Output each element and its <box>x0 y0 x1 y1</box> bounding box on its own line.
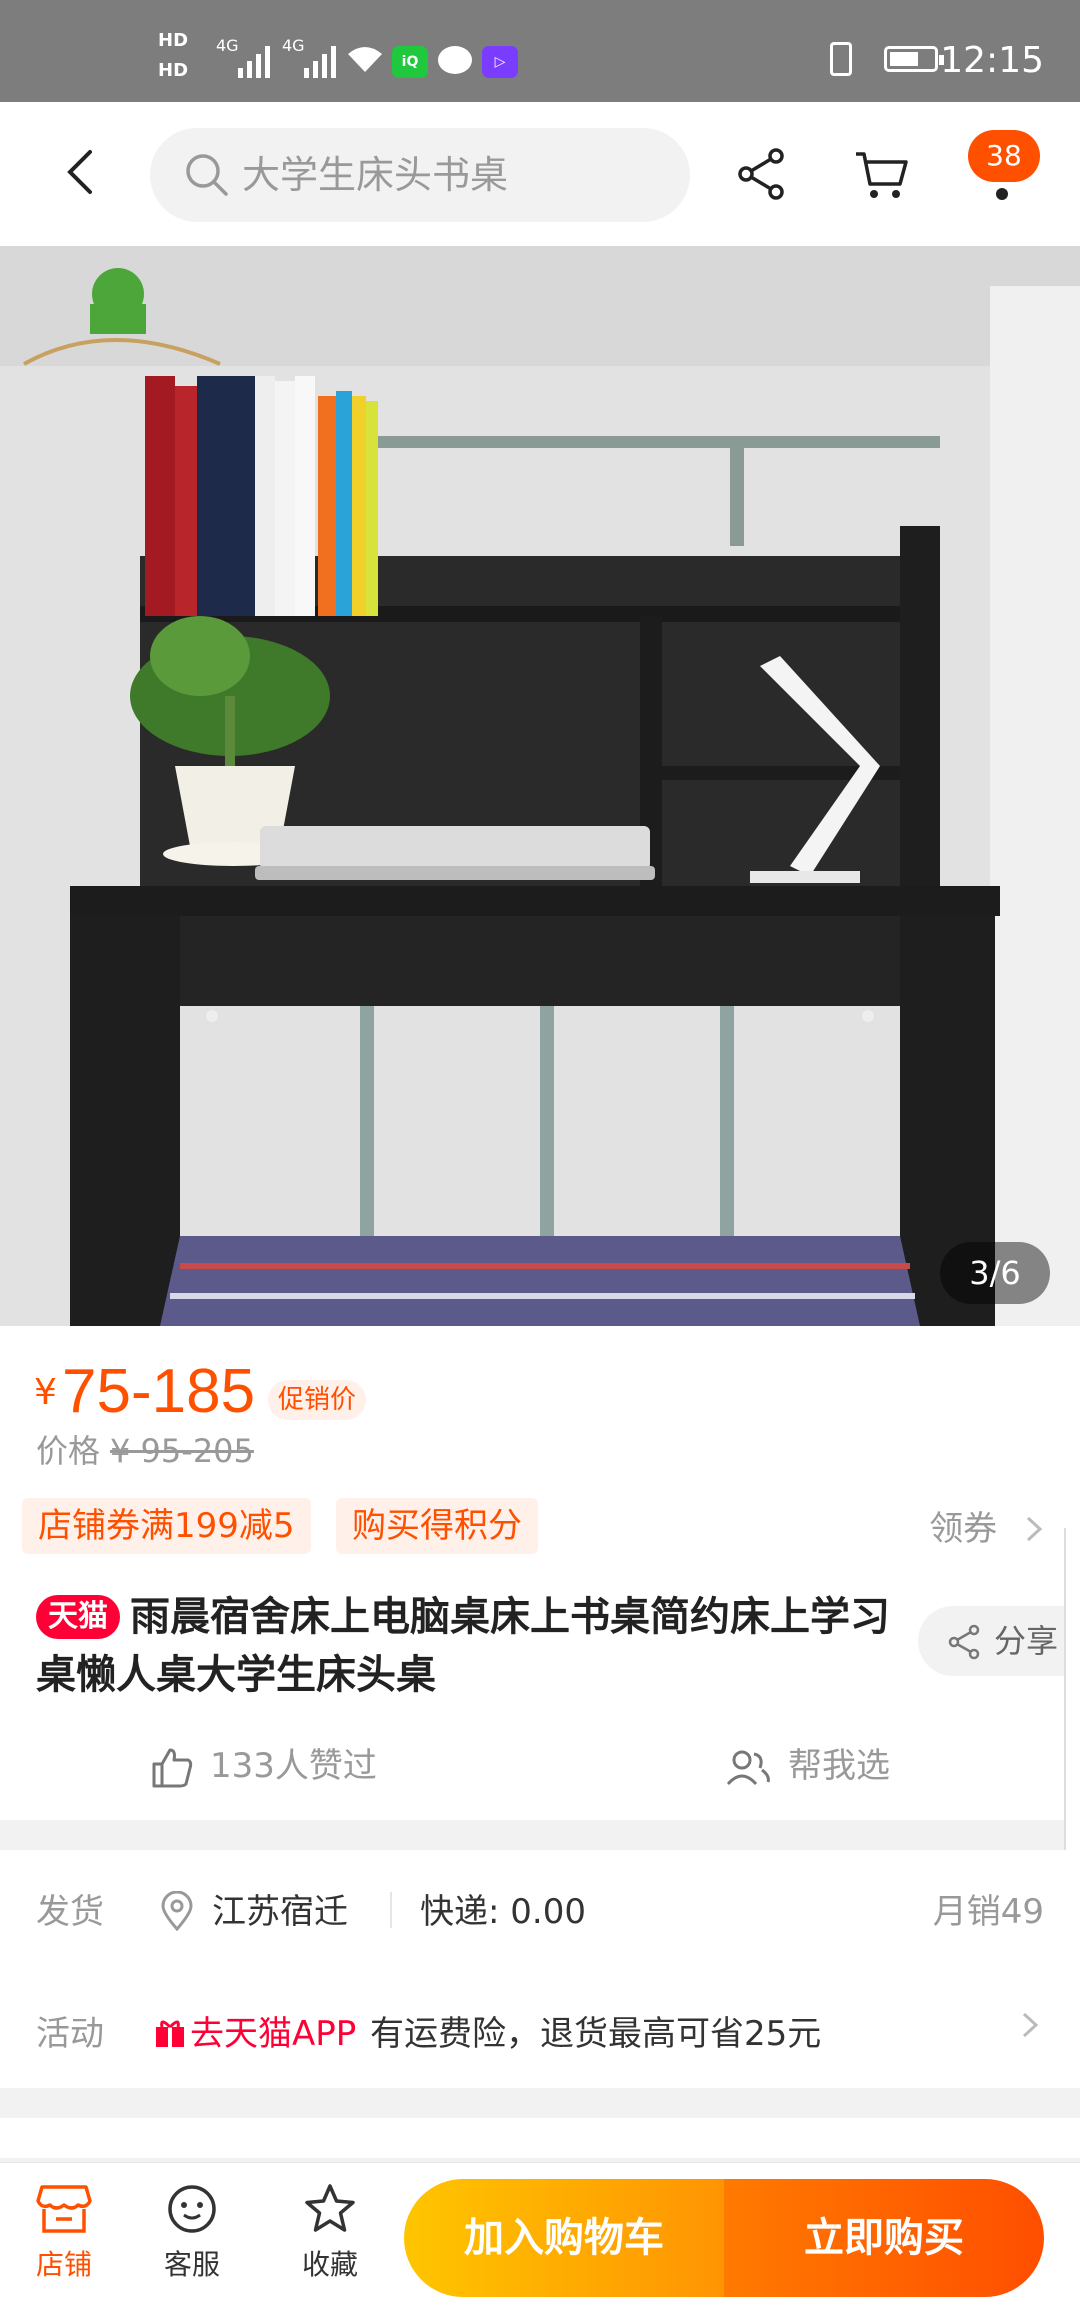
help-choose-button[interactable]: 帮我选 <box>724 1738 890 1794</box>
monthly-sales: 月销49 <box>932 1892 1044 1932</box>
share-pill-button[interactable]: 分享 <box>918 1606 1080 1676</box>
buy-now-button[interactable]: 立即购买 <box>724 2179 1044 2297</box>
express-fee: 快递: 0.00 <box>420 1892 586 1932</box>
store-icon <box>36 2185 92 2233</box>
bottom-action-bar: 店铺 客服 收藏 加入购物车 立即购买 <box>0 2162 1080 2310</box>
product-photo <box>0 246 1080 1326</box>
add-to-cart-button[interactable]: 加入购物车 <box>404 2179 724 2297</box>
message-badge[interactable]: 38 <box>968 130 1040 182</box>
points-tag[interactable]: 购买得积分 <box>336 1498 538 1554</box>
cart-button[interactable] <box>852 144 912 204</box>
store-button[interactable]: 店铺 <box>14 2183 114 2283</box>
iqiyi-app-icon: iQ <box>392 46 428 78</box>
product-info-panel: ¥ 75-185 促销价 价格 ¥ 95-205 店铺券满199减5 购买得积分 … <box>0 1326 1080 1820</box>
more-dot-icon[interactable] <box>996 188 1008 200</box>
ship-location: 江苏宿迁 <box>160 1884 348 1933</box>
gift-icon <box>156 2020 184 2047</box>
search-icon <box>186 154 228 196</box>
back-button[interactable] <box>52 142 112 202</box>
divider <box>390 1892 392 1928</box>
thumbs-up-icon <box>152 1748 193 1787</box>
product-image-gallery[interactable]: 3/6 <box>0 246 1080 1326</box>
vibrate-icon <box>830 42 852 76</box>
tmall-app-link[interactable]: 去天猫APP <box>154 2006 356 2055</box>
share-icon <box>948 1624 980 1660</box>
promo-price-tag: 促销价 <box>268 1380 367 1420</box>
location-pin-icon <box>161 1890 193 1932</box>
like-button[interactable]: 133人赞过 <box>150 1738 377 1794</box>
chat-icon <box>438 46 472 74</box>
chevron-right-icon <box>1026 1516 1043 1542</box>
signal-icon <box>304 44 344 78</box>
search-placeholder: 大学生床头书桌 <box>242 153 509 197</box>
ship-label: 发货 <box>36 1892 104 1932</box>
people-icon <box>726 1750 770 1785</box>
tmall-badge: 天猫 <box>36 1595 120 1639</box>
next-panel-edge <box>0 2118 1080 2158</box>
star-icon <box>305 2184 355 2232</box>
clock: 12:15 <box>940 40 1044 81</box>
wifi-icon <box>346 44 384 82</box>
cart-icon <box>856 152 908 198</box>
customer-service-button[interactable]: 客服 <box>142 2183 242 2283</box>
top-nav-bar: 大学生床头书桌 38 <box>0 102 1080 246</box>
status-bar: HD HD 4G 4G iQ ▷ 12:15 <box>0 0 1080 102</box>
video-app-icon: ▷ <box>482 46 518 78</box>
activity-text: 有运费险，退货最高可省25元 <box>370 2014 822 2054</box>
share-button[interactable] <box>734 146 790 202</box>
network-type-2: 4G <box>282 36 305 55</box>
favorite-button[interactable]: 收藏 <box>280 2183 380 2283</box>
shipping-panel: 发货 江苏宿迁 快递: 0.00 月销49 活动 去天猫APP 有运费险，退货最… <box>0 1850 1080 2088</box>
store-coupon-tag[interactable]: 店铺券满199减5 <box>22 1498 311 1554</box>
back-arrow-icon <box>67 150 92 194</box>
image-counter: 3/6 <box>940 1242 1050 1304</box>
promo-price: ¥ 75-185 <box>34 1357 256 1426</box>
chevron-right-icon[interactable] <box>1020 2010 1040 2040</box>
original-price: 价格 ¥ 95-205 <box>36 1432 254 1470</box>
signal-icon <box>238 44 278 78</box>
chat-face-icon <box>168 2185 216 2233</box>
network-type-1: 4G <box>216 36 239 55</box>
share-icon <box>738 148 784 200</box>
hd-indicator: HD HD <box>158 30 189 81</box>
product-title: 天猫 雨晨宿舍床上电脑桌床上书桌简约床上学习桌懒人桌大学生床头桌 <box>36 1594 890 1698</box>
get-coupon-link[interactable]: 领券 <box>929 1504 1044 1554</box>
search-bar[interactable]: 大学生床头书桌 <box>150 128 690 222</box>
activity-label: 活动 <box>36 2014 104 2054</box>
battery-icon <box>884 46 944 72</box>
